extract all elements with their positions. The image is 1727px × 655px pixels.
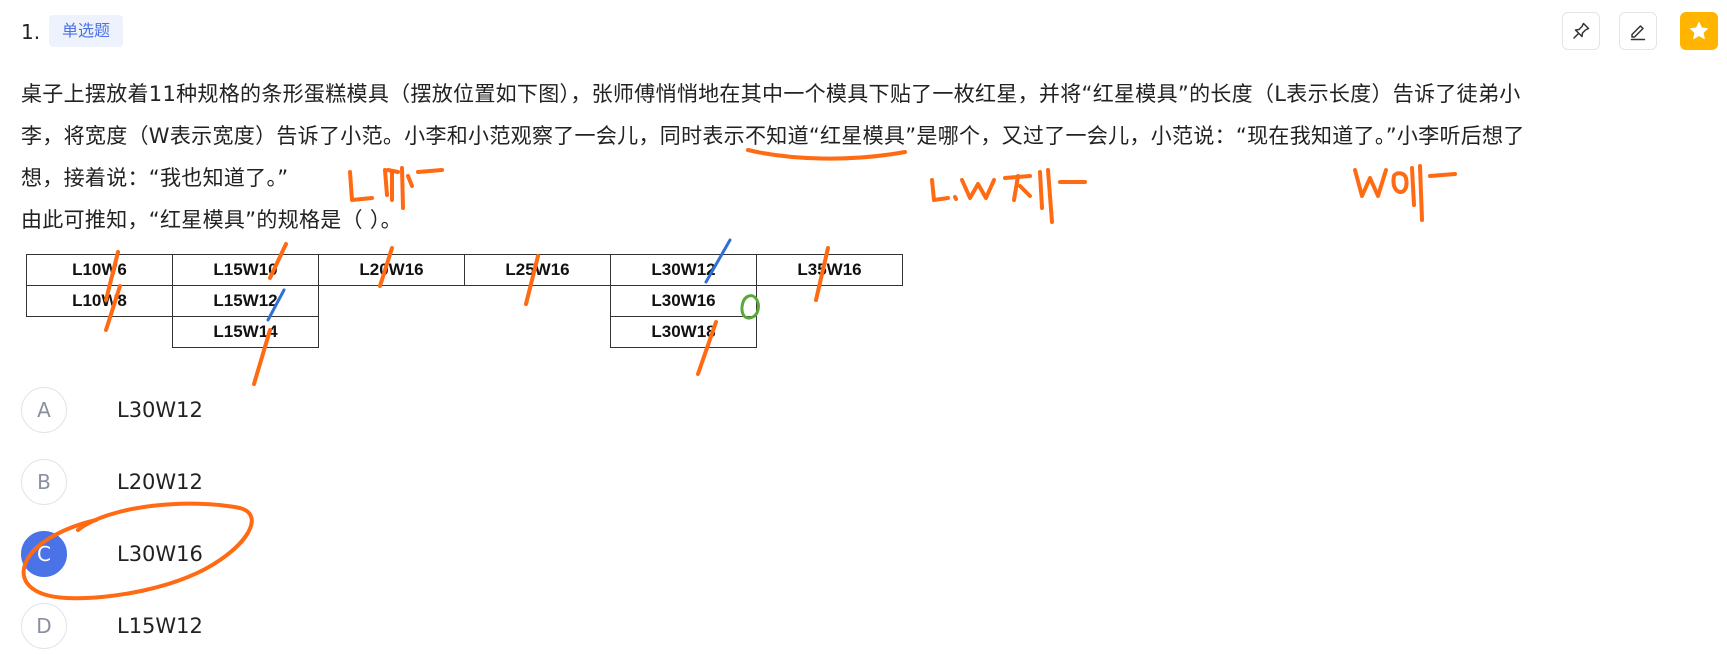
- pin-icon: [1573, 22, 1590, 39]
- option-b[interactable]: B L20W12: [21, 458, 203, 506]
- table-cell: L25W16: [464, 254, 611, 286]
- option-letter: B: [21, 459, 67, 505]
- stem-line-4: 由此可推知，“红星模具”的规格是（ ）。: [21, 208, 402, 232]
- table-cell: L10W6: [26, 254, 173, 286]
- table-cell: L15W12: [172, 285, 319, 317]
- table-cell-empty: [319, 286, 465, 317]
- stem-line-2-part-b: “红星模具”是哪个，又过了一会儿，小范说：“现在我知道了。”小李听后想了: [808, 124, 1525, 148]
- option-text: L15W12: [117, 614, 203, 638]
- question-type-badge: 单选题: [49, 15, 124, 47]
- stem-underlined-phrase: 同时表示不知道: [659, 124, 809, 148]
- table-cell-empty: [319, 317, 465, 348]
- option-letter: A: [21, 387, 67, 433]
- table-cell-empty: [465, 317, 611, 348]
- edit-button[interactable]: [1619, 12, 1657, 50]
- table-cell: L15W10: [172, 254, 319, 286]
- option-text: L30W16: [117, 542, 203, 566]
- option-c[interactable]: C L30W16: [21, 530, 203, 578]
- stem-line-2-part-a: 李，将宽度（W表示宽度）告诉了小范。小李和小范观察了一会儿，: [21, 124, 660, 148]
- favorite-button[interactable]: [1680, 12, 1718, 50]
- table-cell-empty: [757, 317, 903, 348]
- option-text: L30W12: [117, 398, 203, 422]
- option-letter: D: [21, 603, 67, 649]
- stem-line-1: 桌子上摆放着11种规格的条形蛋糕模具（摆放位置如下图），张师傅悄悄地在其中一个模…: [21, 82, 1521, 106]
- option-d[interactable]: D L15W12: [21, 602, 203, 650]
- star-icon: [1690, 22, 1708, 40]
- option-text: L20W12: [117, 470, 203, 494]
- table-cell: L30W16: [610, 285, 757, 317]
- option-a[interactable]: A L30W12: [21, 386, 203, 434]
- spec-table-figure: L10W6 L15W10 L20W16 L25W16 L30W12 L35W16…: [26, 254, 903, 348]
- table-cell: L20W16: [318, 254, 465, 286]
- stem-line-2: 李，将宽度（W表示宽度）告诉了小范。小李和小范观察了一会儿，同时表示不知道“红星…: [21, 115, 1711, 157]
- table-cell-empty: [27, 317, 173, 348]
- table-cell: L10W8: [26, 285, 173, 317]
- question-stem: 桌子上摆放着11种规格的条形蛋糕模具（摆放位置如下图），张师傅悄悄地在其中一个模…: [21, 73, 1711, 241]
- table-cell: L30W12: [610, 254, 757, 286]
- pencil-icon: [1630, 25, 1646, 41]
- table-row: L15W14 L30W18: [27, 316, 903, 348]
- table-row: L10W6 L15W10 L20W16 L25W16 L30W12 L35W16: [26, 254, 903, 286]
- table-cell: L35W16: [756, 254, 903, 286]
- question-number: 1.: [21, 20, 41, 44]
- spec-table: L10W6 L15W10 L20W16 L25W16 L30W12 L35W16…: [26, 254, 903, 348]
- stem-line-3: 想，接着说：“我也知道了。”: [21, 166, 289, 190]
- table-row: L10W8 L15W12 L30W16: [26, 285, 903, 317]
- table-cell: L15W14: [172, 316, 319, 348]
- table-cell-empty: [465, 286, 611, 317]
- table-cell: L30W18: [610, 316, 757, 348]
- option-letter: C: [21, 531, 67, 577]
- pin-button[interactable]: [1562, 12, 1600, 50]
- table-cell-empty: [757, 286, 903, 317]
